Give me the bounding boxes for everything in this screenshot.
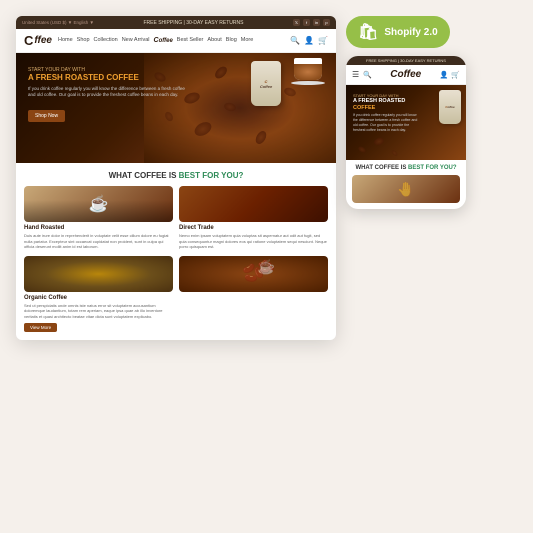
mobile-nav-icons: 👤 🛒	[440, 71, 460, 79]
mobile-user-icon[interactable]: 👤	[440, 71, 449, 79]
coffee-cup	[288, 58, 328, 93]
direct-trade-text: Nemo enim ipsam voluptatem quia voluptas…	[179, 233, 328, 250]
nav-more[interactable]: More	[241, 37, 254, 44]
shopify-icon: 🛍	[358, 22, 378, 42]
mobile-section-title: WHAT COFFEE IS BEST FOR YOU?	[346, 160, 466, 175]
shopify-badge: 🛍 Shopify 2.0	[346, 16, 450, 48]
top-bar-left: United States (USD $) ▼ English ▼	[22, 20, 94, 25]
main-container: United States (USD $) ▼ English ▼ FREE S…	[0, 0, 533, 533]
mobile-section-text: WHAT COFFEE IS	[355, 165, 406, 171]
feature-hand-roasted: ☕ Hand Roasted Duis aute irure dolor in …	[24, 186, 173, 250]
section-title-accent: BEST FOR YOU?	[179, 171, 244, 180]
pinterest-icon[interactable]: p	[323, 19, 330, 26]
right-panel: 🛍 Shopify 2.0 FREE SHIPPING | 30-DAY EAS…	[346, 16, 517, 209]
hero-desc: If you drink coffee regularly you will k…	[28, 86, 191, 99]
mobile-nav: ☰ 🔍 Coffee 👤 🛒	[346, 65, 466, 85]
mobile-cart-icon[interactable]: 🛒	[451, 71, 460, 79]
nav-about[interactable]: About	[207, 37, 221, 44]
search-icon[interactable]: 🔍	[290, 36, 300, 45]
nav-new-arrival[interactable]: New Arrival	[122, 37, 150, 44]
beans-image: 🫘	[179, 256, 328, 292]
hand-roasted-text: Duis aute irure dolor in reprehenderit i…	[24, 233, 173, 250]
feature-slot-image: 🫘	[179, 256, 328, 332]
organic-coffee-image: ☕	[24, 256, 173, 292]
shop-now-button[interactable]: Shop Now	[28, 110, 65, 122]
hand-roasted-title: Hand Roasted	[24, 225, 173, 231]
direct-trade-image: 🫘	[179, 186, 328, 222]
desktop-mockup: United States (USD $) ▼ English ▼ FREE S…	[16, 16, 336, 340]
nav-home[interactable]: Home	[58, 37, 73, 44]
nav-shop[interactable]: Shop	[77, 37, 90, 44]
logo: C ffee	[24, 33, 52, 48]
feature-organic-coffee: ☕ Organic Coffee Sed ut perspiciatis und…	[24, 256, 173, 332]
organic-coffee-text: Sed ut perspiciatis unde omnis iste natu…	[24, 303, 173, 320]
mobile-hero-accent: COFFEE	[353, 105, 375, 111]
nav-blog[interactable]: Blog	[226, 37, 237, 44]
mobile-features: 🤚	[346, 175, 466, 209]
top-bar: United States (USD $) ▼ English ▼ FREE S…	[16, 16, 336, 29]
mobile-section-accent: BEST FOR YOU?	[408, 165, 457, 171]
nav-best-seller[interactable]: Best Seller	[177, 37, 204, 44]
section-title-text: WHAT COFFEE IS	[109, 171, 179, 180]
nav-action-icons: 🔍 👤 🛒	[290, 36, 328, 45]
feature-direct-trade: 🫘 Direct Trade Nemo enim ipsam voluptate…	[179, 186, 328, 250]
bag-label: Coffee	[260, 84, 272, 89]
section-title: WHAT COFFEE IS BEST FOR YOU?	[16, 163, 336, 186]
cart-icon[interactable]: 🛒	[318, 36, 328, 45]
nav-links: Home Shop Collection New Arrival Coffee …	[58, 37, 253, 44]
logo-text: ffee	[34, 35, 52, 46]
hero-title: A FRESH ROASTED COFFEE	[28, 73, 191, 83]
mobile-feature-image: 🤚	[352, 175, 460, 203]
mobile-top-bar: FREE SHIPPING | 30-DAY EASY RETURNS	[346, 56, 466, 65]
mobile-hero: START YOUR DAY WITH A FRESH ROASTED COFF…	[346, 85, 466, 160]
hero-section: C Coffee START YOUR DAY WITH A FRESH ROA…	[16, 53, 336, 163]
mobile-hero-title: A FRESH ROASTED COFFEE	[353, 98, 422, 111]
nav-coffee-logo: Coffee	[154, 37, 173, 44]
logo-c: C	[24, 33, 33, 48]
features-grid: ☕ Hand Roasted Duis aute irure dolor in …	[16, 186, 336, 340]
mobile-hero-desc: If you drink coffee regularly you will k…	[353, 113, 422, 133]
twitter-icon[interactable]: 𝕏	[293, 19, 300, 26]
mobile-mockup: FREE SHIPPING | 30-DAY EASY RETURNS ☰ 🔍 …	[346, 56, 466, 209]
mobile-hamburger-icon[interactable]: ☰	[352, 70, 359, 79]
mobile-hero-content: START YOUR DAY WITH A FRESH ROASTED COFF…	[353, 93, 422, 133]
linkedin-icon[interactable]: in	[313, 19, 320, 26]
facebook-icon[interactable]: f	[303, 19, 310, 26]
top-bar-center: FREE SHIPPING | 30-DAY EASY RETURNS	[144, 20, 244, 26]
organic-coffee-title: Organic Coffee	[24, 295, 173, 301]
nav-collection[interactable]: Collection	[94, 37, 118, 44]
navbar: C ffee Home Shop Collection New Arrival …	[16, 29, 336, 53]
shopify-label: Shopify 2.0	[384, 27, 437, 38]
mobile-search-icon[interactable]: 🔍	[363, 71, 372, 79]
user-icon[interactable]: 👤	[304, 36, 314, 45]
mobile-coffee-bag: C offee	[439, 90, 461, 124]
direct-trade-title: Direct Trade	[179, 225, 328, 231]
coffee-bag: C Coffee	[251, 61, 281, 106]
hero-content: START YOUR DAY WITH A FRESH ROASTED COFF…	[28, 67, 191, 122]
hand-roasted-image: ☕	[24, 186, 173, 222]
social-icons: 𝕏 f in p	[293, 19, 330, 26]
mobile-logo: Coffee	[376, 69, 436, 80]
view-more-button[interactable]: View More	[24, 323, 57, 332]
hero-title-accent: A FRESH ROASTED COFFEE	[28, 73, 139, 82]
